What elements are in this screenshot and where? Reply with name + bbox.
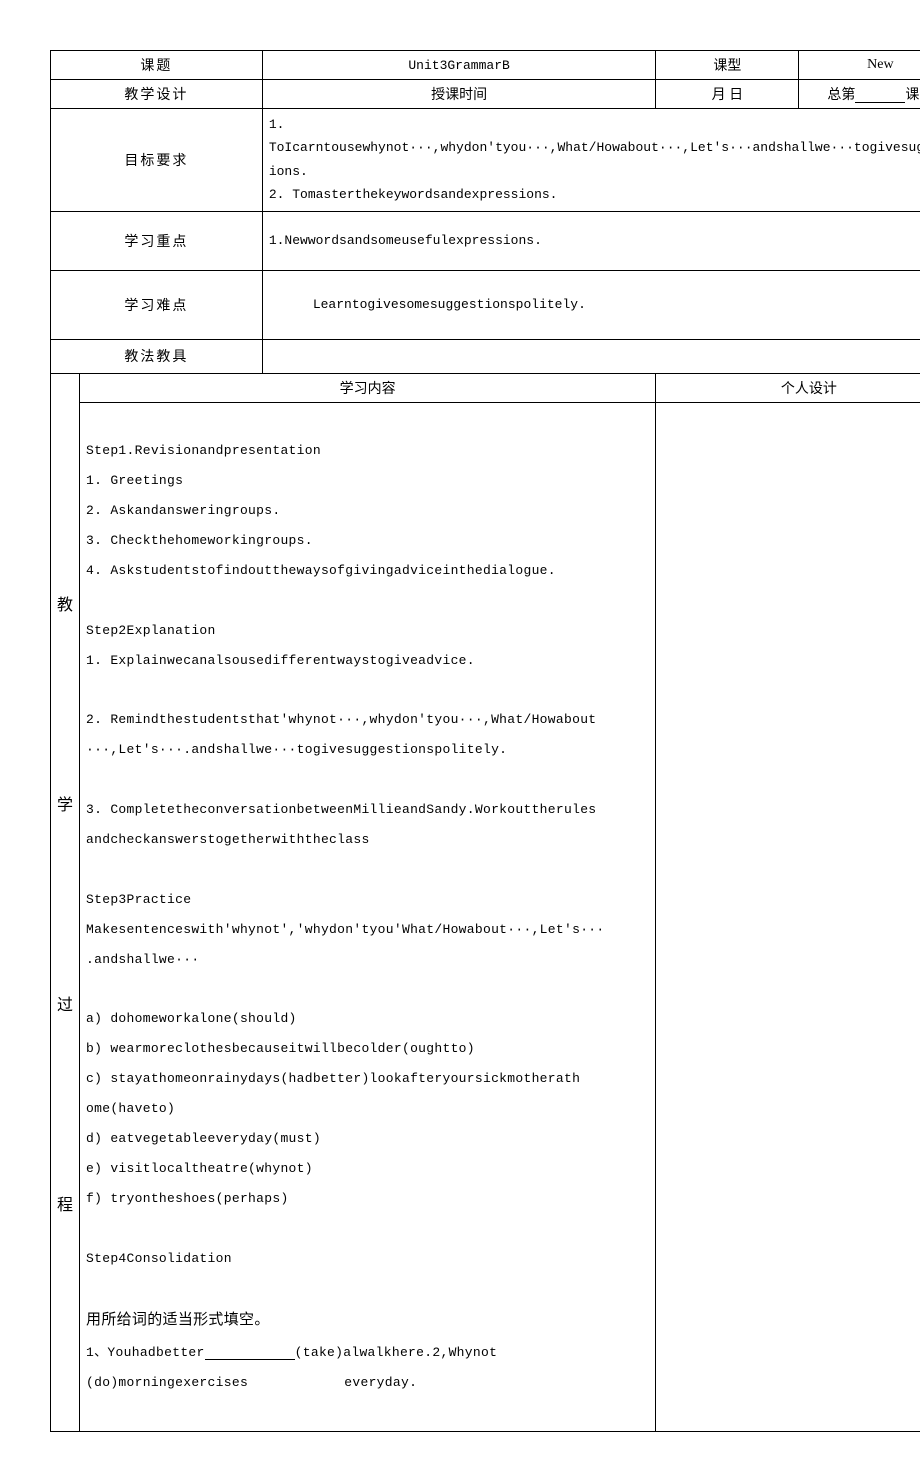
column-header-row: 教 学 过 程 学习内容 个人设计 xyxy=(51,373,920,402)
step3-e: e) visitlocaltheatre(whynot) xyxy=(86,1154,649,1184)
step4-title: Step4Consolidation xyxy=(86,1244,649,1274)
step1-item4: 4. Askstudentstofindoutthewaysofgivingad… xyxy=(86,556,649,586)
design-column-header: 个人设计 xyxy=(656,373,920,402)
goals-line1: 1. ToIcarntousewhynot···,whydon'tyou···,… xyxy=(269,113,920,160)
period-blank[interactable] xyxy=(855,88,905,103)
step2-item3b: andcheckanswerstogetherwiththeclass xyxy=(86,825,649,855)
focus-content: 1.Newwordsandsomeusefulexpressions. xyxy=(262,211,920,270)
goals-row: 目标要求 1. ToIcarntousewhynot···,whydon'tyo… xyxy=(51,109,920,212)
fill-1a: 1、Youhadbetter xyxy=(86,1345,205,1360)
step3-title: Step3Practice xyxy=(86,885,649,915)
step2-item1: 1. Explainwecanalsousedifferentwaystogiv… xyxy=(86,646,649,676)
difficulty-row: 学习难点 Learntogivesomesuggestionspolitely. xyxy=(51,270,920,339)
step3-d: d) eatvegetableeveryday(must) xyxy=(86,1124,649,1154)
difficulty-content: Learntogivesomesuggestionspolitely. xyxy=(262,270,920,339)
focus-row: 学习重点 1.Newwordsandsomeusefulexpressions. xyxy=(51,211,920,270)
fill-1b: (take)alwalkhere.2,Whynot xyxy=(295,1345,498,1360)
step3-intro-a: Makesentenceswith'whynot','whydon'tyou'W… xyxy=(86,915,649,945)
step3-b: b) wearmoreclothesbecauseitwillbecolder(… xyxy=(86,1034,649,1064)
personal-design-cell xyxy=(656,402,920,1432)
header-row-2: 教学设计 授课时间 月 日 总第 课时 xyxy=(51,80,920,109)
total-period: 总第 课时 xyxy=(799,80,920,109)
step1-item3: 3. Checkthehomeworkingroups. xyxy=(86,526,649,556)
fill-blank-1[interactable] xyxy=(205,1345,295,1360)
total-suffix: 课时 xyxy=(905,88,920,103)
design-label: 教学设计 xyxy=(51,80,263,109)
content-body-row: Step1.Revisionandpresentation 1. Greetin… xyxy=(51,402,920,1432)
step1-title: Step1.Revisionandpresentation xyxy=(86,436,649,466)
goals-line3: 2. Tomasterthekeywordsandexpressions. xyxy=(269,183,920,206)
vert-char-3: 过 xyxy=(57,991,73,1015)
fill-2a: (do)morningexercises xyxy=(86,1375,248,1390)
main-content-cell: Step1.Revisionandpresentation 1. Greetin… xyxy=(80,402,656,1432)
goals-label: 目标要求 xyxy=(51,109,263,212)
method-content xyxy=(262,339,920,373)
step3-a: a) dohomeworkalone(should) xyxy=(86,1004,649,1034)
step3-f: f) tryontheshoes(perhaps) xyxy=(86,1184,649,1214)
step3-c2: ome(haveto) xyxy=(86,1094,649,1124)
fill-line2: (do)morningexercises everyday. xyxy=(86,1368,649,1398)
process-vertical-label: 教 学 过 程 xyxy=(51,373,80,1432)
focus-label: 学习重点 xyxy=(51,211,263,270)
step2-item3a: 3. CompletetheconversationbetweenMilliea… xyxy=(86,795,649,825)
time-label: 授课时间 xyxy=(262,80,656,109)
step2-title: Step2Explanation xyxy=(86,616,649,646)
unit-value: Unit3GrammarB xyxy=(262,51,656,80)
step2-item2b: ···,Let's···.andshallwe···togivesuggesti… xyxy=(86,735,649,765)
fill-title: 用所给词的适当形式填空。 xyxy=(86,1303,649,1338)
vert-char-4: 程 xyxy=(57,1191,73,1215)
step3-c1: c) stayathomeonrainydays(hadbetter)looka… xyxy=(86,1064,649,1094)
content-column-header: 学习内容 xyxy=(80,373,656,402)
type-label: 课型 xyxy=(656,51,799,80)
goals-line2: ions. xyxy=(269,160,920,183)
difficulty-label: 学习难点 xyxy=(51,270,263,339)
fill-line1: 1、Youhadbetter (take)alwalkhere.2,Whynot xyxy=(86,1338,649,1368)
method-row: 教法教具 xyxy=(51,339,920,373)
fill-2b: everyday. xyxy=(344,1375,417,1390)
header-row-1: 课题 Unit3GrammarB 课型 New xyxy=(51,51,920,80)
goals-content: 1. ToIcarntousewhynot···,whydon'tyou···,… xyxy=(262,109,920,212)
step1-item2: 2. Askandansweringroups. xyxy=(86,496,649,526)
date-value: 月 日 xyxy=(656,80,799,109)
step3-intro-b: .andshallwe··· xyxy=(86,945,649,975)
vert-char-2: 学 xyxy=(57,791,73,815)
topic-label: 课题 xyxy=(51,51,263,80)
total-prefix: 总第 xyxy=(827,88,855,103)
method-label: 教法教具 xyxy=(51,339,263,373)
step2-item2a: 2. Remindthestudentsthat'whynot···,whydo… xyxy=(86,705,649,735)
vert-char-1: 教 xyxy=(57,591,73,615)
step1-item1: 1. Greetings xyxy=(86,466,649,496)
type-value: New xyxy=(799,51,920,80)
lesson-plan-table: 课题 Unit3GrammarB 课型 New 教学设计 授课时间 月 日 总第… xyxy=(50,50,920,1432)
